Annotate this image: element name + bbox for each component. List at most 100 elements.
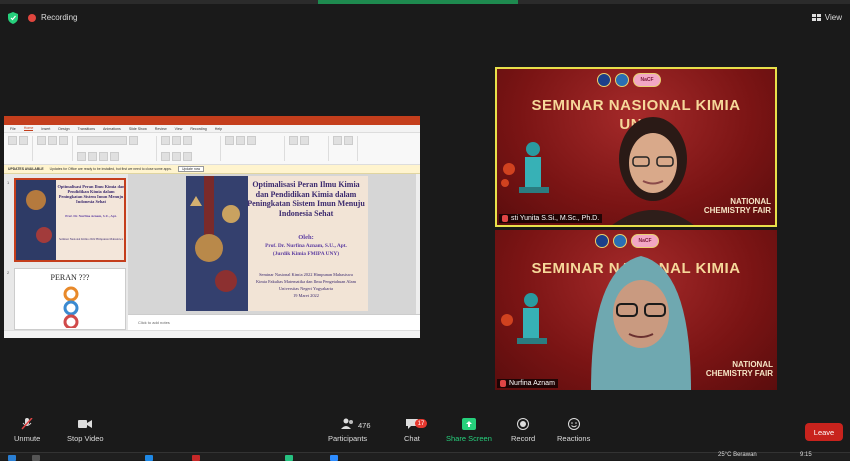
ppt-tab-recording[interactable]: Recording <box>190 127 206 131</box>
slide-speaker: Prof. Dr. Nurfina Aznam, S.U., Apt. <box>265 243 347 249</box>
align-right-icon[interactable] <box>183 152 192 161</box>
windows-start-icon[interactable] <box>8 455 16 461</box>
notes-pane[interactable]: Click to add notes <box>128 314 420 330</box>
numbering-icon[interactable] <box>172 136 181 145</box>
ppt-tab-transitions[interactable]: Transitions <box>78 127 95 131</box>
share-screen-button[interactable]: Share Screen <box>446 418 492 443</box>
update-notice-bar: UPDATES AVAILABLE Updates for Office are… <box>4 165 420 174</box>
uny-logo-icon <box>597 73 611 87</box>
indent-icon[interactable] <box>183 136 192 145</box>
arrange-icon[interactable] <box>236 136 245 145</box>
thumb-title: Optimalisasi Peran Ilmu Kimia dan Pendid… <box>57 184 125 204</box>
paste-icon[interactable] <box>8 136 17 145</box>
ppt-tab-review[interactable]: Review <box>155 127 167 131</box>
thumb2-title: PERAN ??? <box>50 273 90 282</box>
ppt-tab-insert[interactable]: Insert <box>41 127 50 131</box>
shapes-icon[interactable] <box>225 136 234 145</box>
ribbon-editing <box>289 136 329 161</box>
align-left-icon[interactable] <box>161 152 170 161</box>
shared-screen[interactable]: File Home Insert Design Transitions Anim… <box>4 116 420 338</box>
video-tile-2[interactable]: NaCF SEMINAR NASIONAL KIMIA NATIONAL CHE… <box>495 230 777 390</box>
record-label: Record <box>511 434 536 443</box>
view-button[interactable]: View <box>811 13 842 22</box>
unmute-label: Unmute <box>14 434 41 443</box>
ppt-tab-home[interactable]: Home <box>23 126 34 131</box>
notice-label: UPDATES AVAILABLE <box>8 167 44 171</box>
participant-nametag: Nurfina Aznam <box>497 379 558 388</box>
update-now-button[interactable]: Update now <box>177 166 205 172</box>
uny-logo-icon <box>595 234 609 248</box>
new-slide-icon[interactable] <box>37 136 46 145</box>
ppt-titlebar <box>4 116 420 125</box>
current-slide[interactable]: Optimalisasi Peran Ilmu Kimia dan Pendid… <box>186 176 368 311</box>
replace-icon[interactable] <box>300 136 309 145</box>
font-size[interactable] <box>129 136 138 145</box>
stop-video-label: Stop Video <box>67 434 104 443</box>
designer-icon[interactable] <box>344 136 353 145</box>
ppt-tab-file[interactable]: File <box>10 127 16 131</box>
participant-name: sti Yunita S.Si., M.Sc., Ph.D. <box>511 215 600 222</box>
participant-count: 476 <box>358 421 371 430</box>
ppt-status-bar <box>4 330 420 338</box>
cut-icon[interactable] <box>19 136 28 145</box>
unmute-button[interactable]: Unmute <box>14 418 40 443</box>
ribbon-drawing <box>225 136 285 161</box>
quick-styles-icon[interactable] <box>247 136 256 145</box>
hima-logo-icon <box>615 73 629 87</box>
ppt-menu-bar: File Home Insert Design Transitions Anim… <box>4 125 420 133</box>
ppt-tab-help[interactable]: Help <box>215 127 222 131</box>
font-select[interactable] <box>77 136 127 145</box>
recording-indicator[interactable]: Recording <box>28 13 77 22</box>
weather-text: 25°C Berawan <box>718 452 757 458</box>
record-button[interactable]: Record <box>511 418 535 443</box>
slide-thumbnail-2[interactable]: PERAN ??? <box>14 268 126 330</box>
ppt-tab-animations[interactable]: Animations <box>103 127 121 131</box>
slide-footer-2: Kimia Fakultas Matematika dan Ilmu Penge… <box>256 279 356 284</box>
italic-icon[interactable] <box>88 152 97 161</box>
ribbon-clipboard <box>8 136 33 161</box>
chemistry-fair-label: CHEMISTRY FAIR <box>705 369 773 378</box>
reactions-label: Reactions <box>557 434 591 443</box>
stop-video-button[interactable]: Stop Video <box>67 418 104 443</box>
slide-scrollbar[interactable] <box>416 174 420 314</box>
bullets-icon[interactable] <box>161 136 170 145</box>
ppt-body: 1 Optimalisasi Peran Ilmu Kimia dan Pend… <box>4 174 420 330</box>
app-icon[interactable] <box>192 455 200 461</box>
slide-thumbnails-pane[interactable]: 1 Optimalisasi Peran Ilmu Kimia dan Pend… <box>4 174 128 330</box>
ribbon-paragraph <box>161 136 221 161</box>
illustration-scientist <box>501 293 547 344</box>
align-center-icon[interactable] <box>172 152 181 161</box>
find-icon[interactable] <box>289 136 298 145</box>
spotify-icon[interactable] <box>285 455 293 461</box>
video-tile-1[interactable]: NaCF SEMINAR NASIONAL KIMIA UNY NATIONAL… <box>495 67 777 227</box>
dictate-icon[interactable] <box>333 136 342 145</box>
slide-affiliation: (Jurdik Kimia FMIPA UNY) <box>272 251 340 257</box>
zoom-icon[interactable] <box>330 455 338 461</box>
ppt-tab-slideshow[interactable]: Slide Show <box>129 127 147 131</box>
reset-icon[interactable] <box>59 136 68 145</box>
ppt-ribbon <box>4 133 420 165</box>
participants-label: Participants <box>328 434 368 443</box>
bold-icon[interactable] <box>77 152 86 161</box>
reactions-button[interactable]: Reactions <box>557 418 590 443</box>
top-bar: Recording View <box>0 4 850 30</box>
participant-nametag: sti Yunita S.Si., M.Sc., Ph.D. <box>499 214 603 223</box>
share-screen-label: Share Screen <box>446 434 492 443</box>
edge-icon[interactable] <box>145 455 153 461</box>
shield-icon[interactable] <box>8 12 18 24</box>
mic-muted-icon <box>21 418 33 430</box>
search-icon[interactable] <box>32 455 40 461</box>
underline-icon[interactable] <box>99 152 108 161</box>
slide-thumbnail-1[interactable]: Optimalisasi Peran Ilmu Kimia dan Pendid… <box>14 178 126 262</box>
participant-video-woman-hijab <box>591 256 691 390</box>
ppt-tab-view[interactable]: View <box>175 127 183 131</box>
ppt-tab-design[interactable]: Design <box>58 127 69 131</box>
leave-button[interactable]: Leave <box>805 423 843 441</box>
font-color-icon[interactable] <box>110 152 119 161</box>
layout-icon[interactable] <box>48 136 57 145</box>
national-label: NATIONAL <box>732 360 773 369</box>
slide-editor[interactable]: Optimalisasi Peran Ilmu Kimia dan Pendid… <box>128 174 420 330</box>
thumb2-diagram <box>63 286 79 330</box>
share-screen-icon <box>461 418 476 430</box>
grid-icon <box>811 14 821 21</box>
